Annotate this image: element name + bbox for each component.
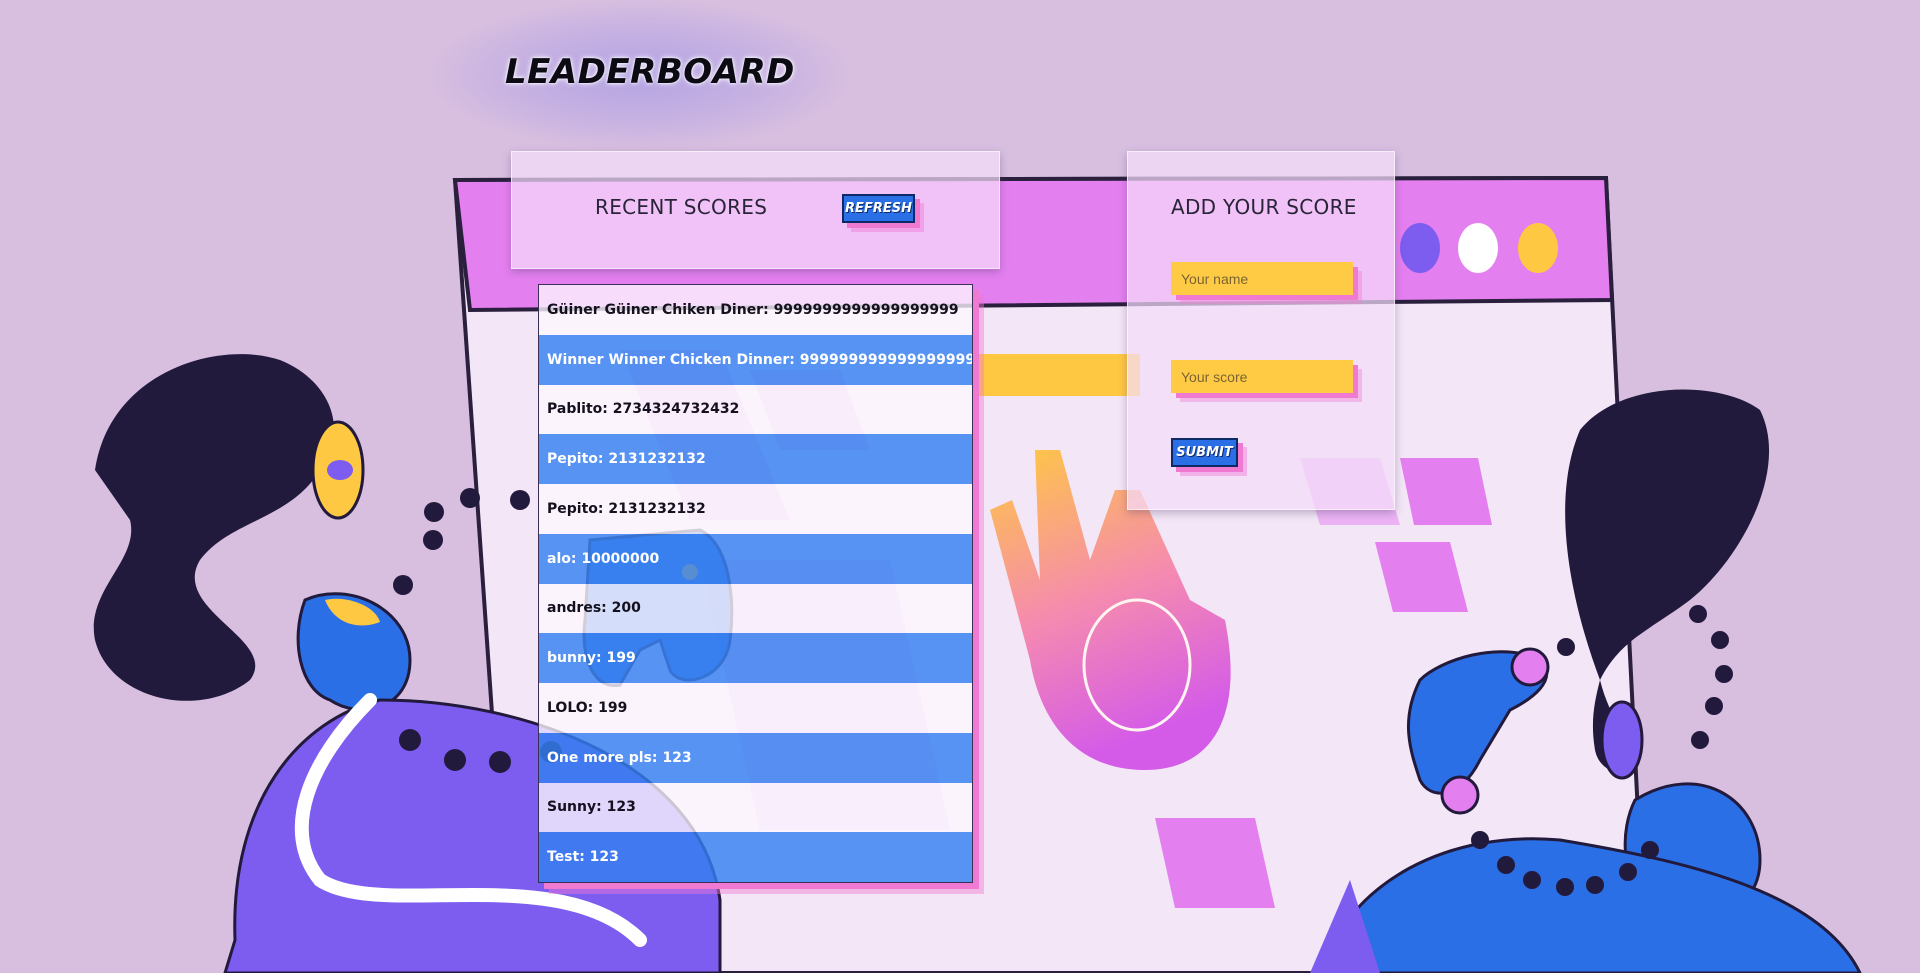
score-row: Güiner Güiner Chiken Diner: 999999999999… [539, 285, 972, 335]
refresh-button[interactable]: REFRESH [842, 194, 915, 223]
score-row: Pablito: 2734324732432 [539, 384, 972, 435]
score-row: One more pls: 123 [539, 732, 972, 783]
add-score-panel: ADD YOUR SCORE SUBMIT [1127, 151, 1395, 510]
score-row: alo: 10000000 [539, 533, 972, 584]
score-row: Pepito: 2131232132 [539, 484, 972, 534]
submit-button[interactable]: SUBMIT [1171, 438, 1238, 467]
score-row: Test: 123 [539, 832, 972, 882]
score-row: Winner Winner Chicken Dinner: 9999999999… [539, 334, 972, 385]
name-input[interactable] [1171, 262, 1353, 295]
score-row: bunny: 199 [539, 633, 972, 683]
scores-list: Güiner Güiner Chiken Diner: 999999999999… [538, 284, 973, 883]
recent-scores-panel: RECENT SCORES REFRESH [511, 151, 1000, 269]
add-score-heading: ADD YOUR SCORE [1171, 195, 1357, 219]
score-row: Sunny: 123 [539, 782, 972, 833]
recent-scores-heading: RECENT SCORES [595, 195, 768, 219]
score-row: LOLO: 199 [539, 683, 972, 733]
score-row: andres: 200 [539, 583, 972, 634]
score-input[interactable] [1171, 360, 1353, 393]
score-row: Pepito: 2131232132 [539, 434, 972, 484]
page-title: LEADERBOARD [505, 52, 795, 92]
